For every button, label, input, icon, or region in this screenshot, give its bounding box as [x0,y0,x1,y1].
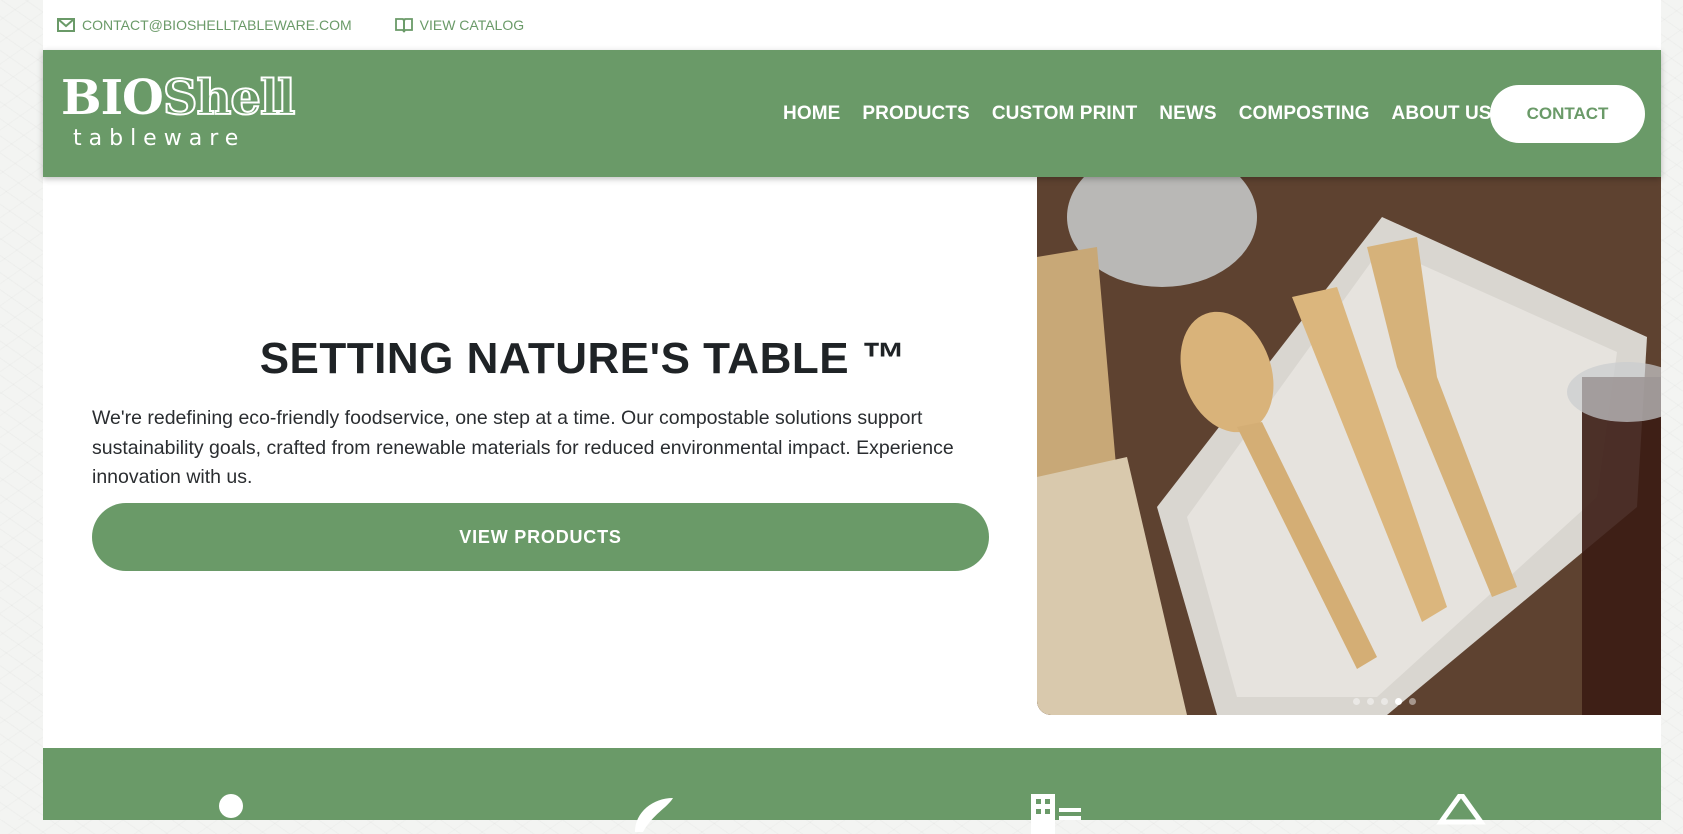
carousel-dot-active[interactable] [1394,698,1402,705]
view-products-button[interactable]: VIEW PRODUCTS [92,503,989,571]
hero-description: We're redefining eco-friendly foodservic… [92,407,954,488]
recycle-icon [1436,794,1486,825]
logo[interactable]: BIOShell tableware [61,69,296,154]
carousel-dots [1037,698,1661,705]
main-nav: HOME PRODUCTS CUSTOM PRINT NEWS COMPOSTI… [783,50,1514,177]
nav-home[interactable]: HOME [783,103,840,125]
logo-wordmark: BIOShell [61,69,296,127]
carousel-dot[interactable] [1366,698,1374,705]
email-link[interactable]: CONTACT@BIOSHELLTABLEWARE.COM [56,16,352,34]
catalog-text: VIEW CATALOG [419,17,525,33]
hero-title: SETTING NATURE'S TABLE ™ [259,334,907,383]
hero-image [1037,177,1661,715]
building-icon [1031,794,1081,834]
logo-tagline: tableware [73,126,246,151]
view-catalog-link[interactable]: VIEW CATALOG [394,16,525,34]
nav-custom-print[interactable]: CUSTOM PRINT [992,103,1137,125]
book-icon [394,18,413,33]
leaf-icon [635,798,673,832]
nav-products[interactable]: PRODUCTS [862,103,969,125]
carousel-dot[interactable] [1408,698,1416,705]
carousel-dot[interactable] [1352,698,1360,705]
person-icon [219,794,243,818]
mail-icon [57,18,75,32]
email-text: CONTACT@BIOSHELLTABLEWARE.COM [82,17,352,33]
nav-about-us[interactable]: ABOUT US [1392,103,1492,125]
top-bar: CONTACT@BIOSHELLTABLEWARE.COM VIEW CATAL… [43,0,1661,50]
nav-news[interactable]: NEWS [1159,103,1216,125]
nav-composting[interactable]: COMPOSTING [1239,103,1370,125]
features-band [43,748,1661,834]
main-header: BIOShell tableware HOME PRODUCTS CUSTOM … [43,50,1661,177]
page: CONTACT@BIOSHELLTABLEWARE.COM VIEW CATAL… [43,0,1661,834]
carousel-dot[interactable] [1380,698,1388,705]
bamboo-cutlery-photo [1037,177,1661,715]
contact-button[interactable]: CONTACT [1490,85,1645,143]
